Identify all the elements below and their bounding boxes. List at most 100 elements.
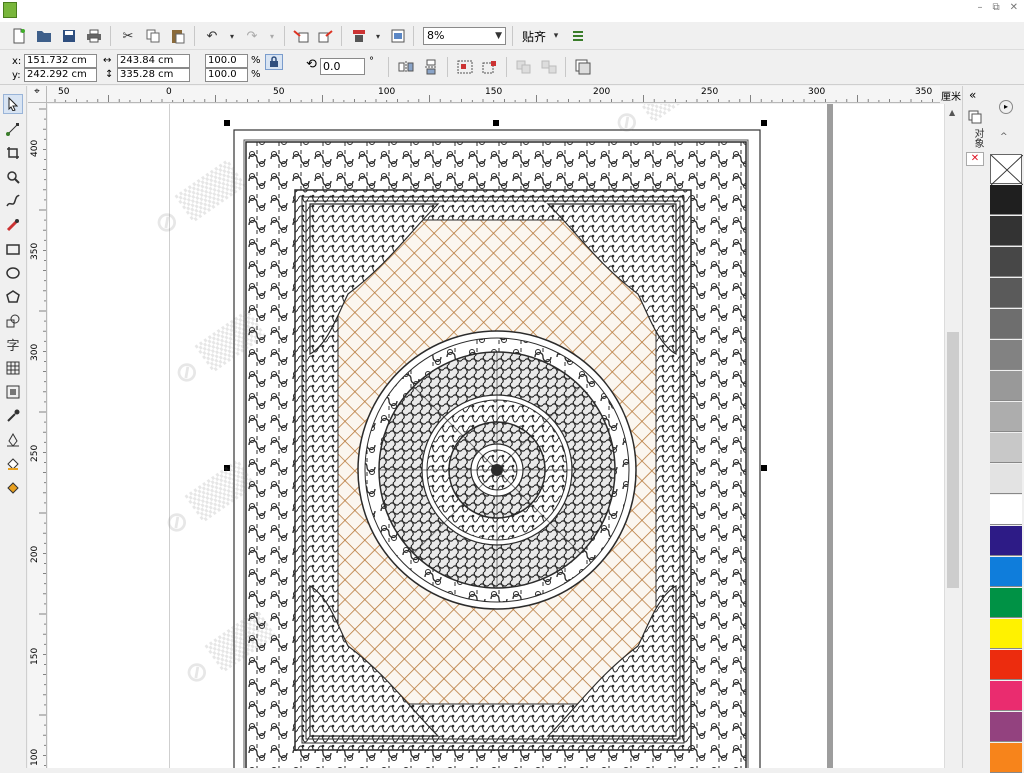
scroll-up-icon[interactable]: ▲: [949, 108, 955, 117]
combine-icon[interactable]: [514, 57, 534, 77]
basic-shapes-icon[interactable]: [3, 311, 23, 331]
pick-tool-icon[interactable]: [3, 94, 23, 114]
print-icon[interactable]: [84, 26, 104, 46]
vertical-scrollbar[interactable]: ▲: [944, 104, 961, 768]
drawing-canvas[interactable]: ⊘ ▒▒▒ ⊘ ▒▒▒ ⊘ ▒▒▒ ⊘ ▒▒▒ ⊘ ▒▒▒: [48, 104, 944, 768]
paste-icon[interactable]: [168, 26, 188, 46]
color-swatch[interactable]: [990, 309, 1022, 339]
fill-tool-icon[interactable]: [3, 454, 23, 474]
palette-scroll-up-icon[interactable]: ^: [1000, 132, 1008, 142]
break-apart-icon[interactable]: [539, 57, 559, 77]
color-swatch[interactable]: [990, 433, 1022, 463]
application-launcher-icon[interactable]: [349, 26, 369, 46]
vertical-ruler[interactable]: 400 350 300 250 200 150 100: [28, 103, 47, 768]
launcher-dropdown-icon[interactable]: ▾: [368, 26, 388, 46]
freehand-tool-icon[interactable]: [3, 191, 23, 211]
color-swatch[interactable]: [990, 247, 1022, 277]
palette-menu-icon[interactable]: ▸: [999, 100, 1013, 114]
object-manager-icon[interactable]: [968, 110, 982, 127]
selection-handle[interactable]: [224, 465, 230, 471]
color-swatch[interactable]: [990, 216, 1022, 246]
carpet-artwork[interactable]: [48, 104, 944, 768]
color-swatch[interactable]: [990, 278, 1022, 308]
options-icon[interactable]: [568, 26, 588, 46]
restore-button[interactable]: ⧉: [992, 2, 999, 13]
color-swatch[interactable]: [990, 402, 1022, 432]
color-swatch[interactable]: [990, 743, 1022, 773]
rectangle-tool-icon[interactable]: [3, 239, 23, 259]
interactive-fill-icon[interactable]: [3, 478, 23, 498]
eyedropper-tool-icon[interactable]: [3, 406, 23, 426]
color-swatch[interactable]: [990, 588, 1022, 618]
welcome-screen-icon[interactable]: [388, 26, 408, 46]
ruler-tick-label: 150: [30, 647, 40, 665]
ruler-origin-icon[interactable]: ⌖: [28, 86, 47, 103]
x-position-field[interactable]: 151.732 cm: [24, 54, 97, 68]
color-swatch[interactable]: [990, 681, 1022, 711]
color-swatch[interactable]: [990, 557, 1022, 587]
ruler-tick-label: 0: [166, 87, 172, 97]
cut-icon[interactable]: ✂: [118, 26, 138, 46]
text-tool-icon[interactable]: 字: [3, 334, 23, 354]
height-field[interactable]: 335.28 cm: [117, 68, 190, 82]
close-button[interactable]: ✕: [1010, 2, 1018, 13]
lock-ratio-icon[interactable]: [265, 54, 283, 70]
redo-icon[interactable]: ↷: [242, 26, 262, 46]
shape-tool-icon[interactable]: [3, 119, 23, 139]
width-field[interactable]: 243.84 cm: [117, 54, 190, 68]
horizontal-ruler[interactable]: 50 0 50 100 150 200 250 300 350: [47, 86, 940, 103]
color-swatch[interactable]: [990, 464, 1022, 494]
color-swatch[interactable]: [990, 185, 1022, 215]
color-swatch[interactable]: [990, 371, 1022, 401]
undo-icon[interactable]: ↶: [202, 26, 222, 46]
selection-handle[interactable]: [761, 120, 767, 126]
color-swatch[interactable]: [990, 526, 1022, 556]
outline-pen-icon[interactable]: [3, 430, 23, 450]
interactive-tool-icon[interactable]: [3, 382, 23, 402]
toolbar-separator: [413, 26, 414, 46]
redo-dropdown-icon[interactable]: ▾: [262, 26, 282, 46]
crop-tool-icon[interactable]: [3, 143, 23, 163]
selection-handle[interactable]: [224, 120, 230, 126]
new-document-icon[interactable]: [9, 26, 29, 46]
scale-x-field[interactable]: 100.0: [205, 54, 248, 68]
color-swatch[interactable]: [990, 495, 1022, 525]
rotation-angle-field[interactable]: 0.0: [320, 58, 365, 75]
toolbar-separator: [447, 57, 448, 77]
minimize-button[interactable]: –: [977, 2, 982, 13]
zoom-level-select[interactable]: 8% ▼: [423, 27, 506, 45]
no-color-swatch[interactable]: [990, 154, 1024, 186]
save-icon[interactable]: [59, 26, 79, 46]
y-position-field[interactable]: 242.292 cm: [24, 68, 97, 82]
snap-to-button[interactable]: 贴齐: [522, 28, 546, 45]
copy-icon[interactable]: [143, 26, 163, 46]
scale-y-field[interactable]: 100.0: [205, 68, 248, 82]
selection-handle[interactable]: [493, 120, 499, 126]
table-tool-icon[interactable]: [3, 358, 23, 378]
close-docker-icon[interactable]: ✕: [966, 152, 984, 166]
mirror-horizontal-icon[interactable]: [396, 57, 416, 77]
collapse-docker-icon[interactable]: «: [969, 88, 976, 102]
open-folder-icon[interactable]: [34, 26, 54, 46]
selection-handle[interactable]: [761, 465, 767, 471]
mirror-vertical-icon[interactable]: [421, 57, 441, 77]
undo-dropdown-icon[interactable]: ▾: [222, 26, 242, 46]
polygon-tool-icon[interactable]: [3, 287, 23, 307]
zoom-tool-icon[interactable]: [3, 167, 23, 187]
snap-dropdown-icon[interactable]: ▾: [550, 26, 562, 46]
docker-tab-label[interactable]: 对象: [970, 128, 985, 148]
ellipse-tool-icon[interactable]: [3, 263, 23, 283]
align-distribute-icon[interactable]: [573, 57, 593, 77]
color-swatch[interactable]: [990, 650, 1022, 680]
ruler-tick-label: 200: [593, 87, 611, 97]
scrollbar-thumb[interactable]: [947, 332, 959, 588]
color-swatch[interactable]: [990, 619, 1022, 649]
artistic-media-icon[interactable]: [3, 215, 23, 235]
color-swatch[interactable]: [990, 340, 1022, 370]
export-icon[interactable]: [316, 26, 336, 46]
group-icon[interactable]: [455, 57, 475, 77]
ungroup-icon[interactable]: [480, 57, 500, 77]
title-bar: – ⧉ ✕: [0, 0, 1024, 22]
import-icon[interactable]: [291, 26, 311, 46]
color-swatch[interactable]: [990, 712, 1022, 742]
